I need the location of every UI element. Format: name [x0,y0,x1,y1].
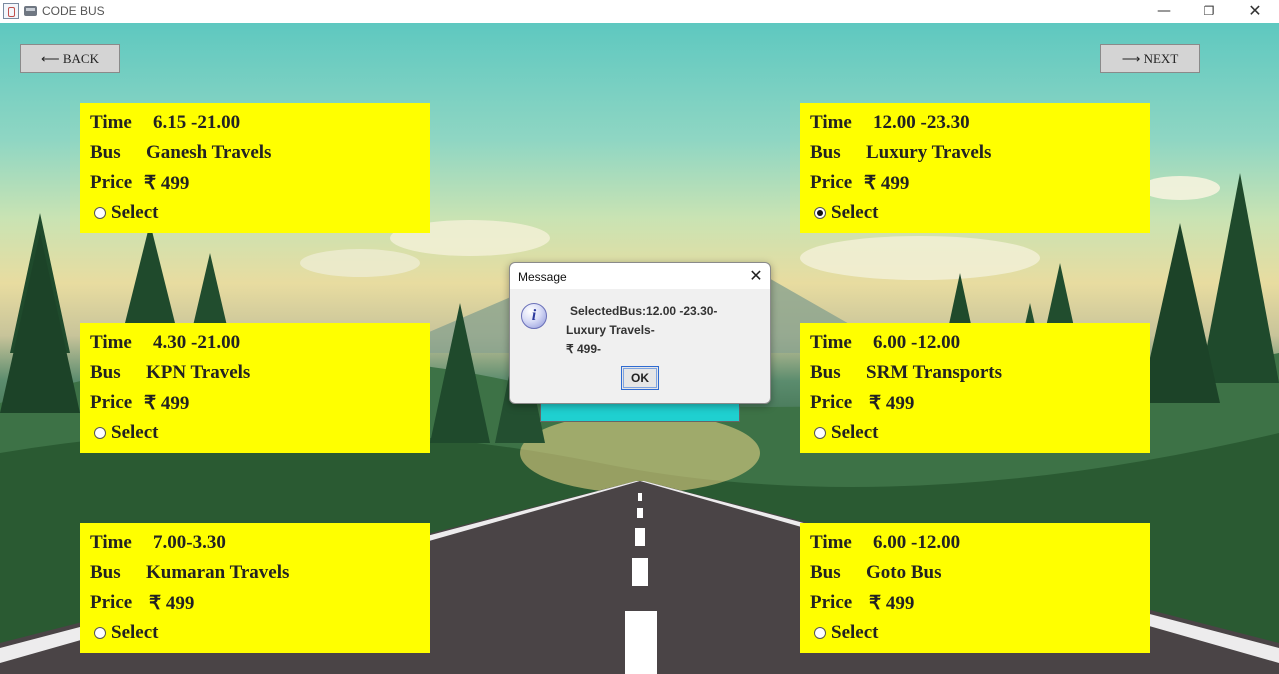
dialog-close-icon[interactable]: ✕ [746,267,766,285]
price-label: Price [810,592,853,613]
bus-price: ₹ 499 [144,173,190,194]
close-window-button[interactable]: ✕ [1232,0,1278,23]
window-title: CODE BUS [42,4,105,18]
bus-name: KPN Travels [146,362,251,383]
dialog-title: Message [518,270,567,284]
dialog-message-line3: ₹ 499- [566,342,601,356]
bus-name: Kumaran Travels [146,562,290,583]
dialog-message-line2: Luxury Travels- [566,323,655,337]
price-label: Price [90,592,133,613]
select-label[interactable]: Select [111,622,158,644]
next-button[interactable]: ⟶ NEXT [1100,44,1200,73]
bus-card-ganesh: Time 6.15 -21.00 Bus Ganesh Travels Price ₹… [80,103,430,233]
time-label: Time [90,112,132,133]
window-titlebar: CODE BUS — ❐ ✕ [0,0,1279,23]
bus-card-luxury: Time 12.00 -23.30 Bus Luxury Travels Price… [800,103,1150,233]
bus-label: Bus [90,142,121,163]
bus-price: ₹ 499 [149,593,195,614]
bus-label: Bus [810,362,841,383]
bus-card-goto: Time 6.00 -12.00 Bus Goto Bus Price ₹ 499 S… [800,523,1150,653]
back-button[interactable]: ⟵ BACK [20,44,120,73]
bus-label: Bus [810,142,841,163]
ok-button[interactable]: OK [621,366,659,390]
bus-price: ₹ 499 [864,173,910,194]
bus-time: 6.15 -21.00 [153,112,241,133]
bus-time: 7.00-3.30 [153,532,226,553]
select-label[interactable]: Select [831,202,878,224]
select-radio[interactable] [94,427,106,439]
bus-name: Luxury Travels [866,142,992,163]
time-label: Time [810,112,852,133]
bus-name: Goto Bus [866,562,942,583]
time-label: Time [90,332,132,353]
bus-card-srm: Time 6.00 -12.00 Bus SRM Transports Price ₹… [800,323,1150,453]
select-radio[interactable] [94,207,106,219]
bus-price: ₹ 499 [869,393,915,414]
bus-time: 4.30 -21.00 [153,332,241,353]
bus-time: 6.00 -12.00 [873,532,961,553]
info-icon: i [521,303,547,329]
java-app-icon [3,3,19,19]
maximize-button[interactable]: ❐ [1186,0,1232,23]
select-radio-checked[interactable] [814,207,826,219]
bus-icon [24,6,37,16]
price-label: Price [810,392,853,413]
select-label[interactable]: Select [111,422,158,444]
bus-card-kumaran: Time 7.00-3.30 Bus Kumaran Travels Price ₹ … [80,523,430,653]
time-label: Time [810,332,852,353]
bus-name: Ganesh Travels [146,142,272,163]
time-label: Time [90,532,132,553]
select-label[interactable]: Select [831,622,878,644]
bus-label: Bus [810,562,841,583]
select-radio[interactable] [814,427,826,439]
minimize-button[interactable]: — [1141,0,1187,23]
bus-name: SRM Transports [866,362,1003,383]
bus-card-kpn: Time 4.30 -21.00 Bus KPN Travels Price ₹ 49… [80,323,430,453]
select-radio[interactable] [94,627,106,639]
bus-price: ₹ 499 [144,393,190,414]
time-label: Time [810,532,852,553]
select-label[interactable]: Select [111,202,158,224]
select-label[interactable]: Select [831,422,878,444]
price-label: Price [90,172,133,193]
price-label: Price [90,392,133,413]
select-radio[interactable] [814,627,826,639]
bus-label: Bus [90,362,121,383]
price-label: Price [810,172,853,193]
message-dialog: Message ✕ i SelectedBus:12.00 -23.30- Lu… [509,262,771,404]
bus-label: Bus [90,562,121,583]
bus-time: 6.00 -12.00 [873,332,961,353]
dialog-message-line1: SelectedBus:12.00 -23.30- [570,304,718,318]
bus-time: 12.00 -23.30 [873,112,970,133]
bus-price: ₹ 499 [869,593,915,614]
